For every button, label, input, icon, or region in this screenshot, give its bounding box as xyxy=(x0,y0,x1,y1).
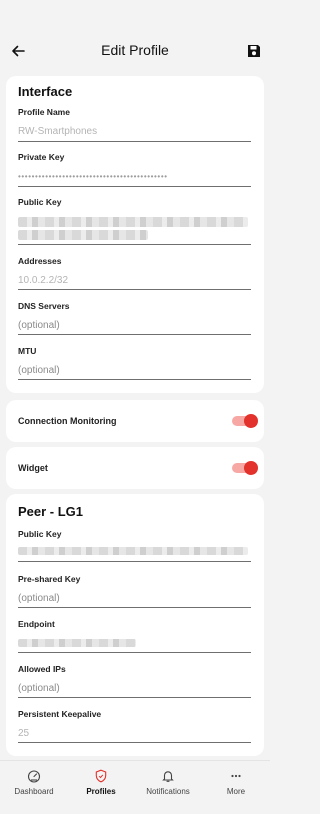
nav-item-more[interactable]: More xyxy=(206,769,266,796)
bell-icon xyxy=(162,771,174,782)
peer-section-title: Peer - LG1 xyxy=(18,504,84,519)
bottom-navigation: Dashboard Profiles Notifications More xyxy=(0,760,270,814)
endpoint-underline xyxy=(18,652,251,653)
mtu-field[interactable]: (optional) xyxy=(18,365,60,376)
save-icon[interactable] xyxy=(246,43,262,59)
interface-section-title: Interface xyxy=(18,84,73,99)
connection-monitoring-label: Connection Monitoring xyxy=(18,416,117,426)
nav-label-dashboard: Dashboard xyxy=(14,787,54,796)
top-app-bar: Edit Profile xyxy=(0,0,270,72)
widget-toggle[interactable] xyxy=(232,461,258,475)
widget-label: Widget xyxy=(18,463,48,473)
peer-public-key-label: Public Key xyxy=(18,529,62,539)
profile-name-underline xyxy=(18,141,251,142)
endpoint-label: Endpoint xyxy=(18,619,55,629)
toggle-knob xyxy=(244,414,258,428)
persistent-keepalive-underline xyxy=(18,742,251,743)
public-key-underline xyxy=(18,244,251,245)
shield-icon xyxy=(95,769,107,783)
page-title: Edit Profile xyxy=(101,42,169,58)
dns-servers-field[interactable]: (optional) xyxy=(18,320,60,331)
dns-servers-label: DNS Servers xyxy=(18,301,70,311)
endpoint-redacted[interactable] xyxy=(18,639,136,647)
toggle-knob xyxy=(244,461,258,475)
peer-public-key-redacted[interactable] xyxy=(18,547,248,555)
public-key-redacted-line-1[interactable] xyxy=(18,217,248,227)
public-key-redacted-line-2[interactable] xyxy=(18,230,148,240)
profile-name-label: Profile Name xyxy=(18,107,70,117)
persistent-keepalive-label: Persistent Keepalive xyxy=(18,709,102,719)
preshared-key-underline xyxy=(18,607,251,608)
addresses-underline xyxy=(18,289,251,290)
interface-card: Interface Profile Name RW-Smartphones Pr… xyxy=(6,76,264,393)
connection-monitoring-card[interactable]: Connection Monitoring xyxy=(6,400,264,442)
private-key-label: Private Key xyxy=(18,152,65,162)
more-dots-icon xyxy=(231,774,241,778)
addresses-field[interactable]: 10.0.2.2/32 xyxy=(18,275,68,286)
persistent-keepalive-field[interactable]: 25 xyxy=(18,728,29,739)
allowed-ips-label: Allowed IPs xyxy=(18,664,66,674)
preshared-key-label: Pre-shared Key xyxy=(18,574,81,584)
profile-name-field[interactable]: RW-Smartphones xyxy=(18,126,97,137)
public-key-label: Public Key xyxy=(18,197,62,207)
connection-monitoring-toggle[interactable] xyxy=(232,414,258,428)
private-key-underline xyxy=(18,186,251,187)
nav-label-more: More xyxy=(226,787,246,796)
nav-item-dashboard[interactable]: Dashboard xyxy=(4,769,64,796)
nav-label-profiles: Profiles xyxy=(86,787,116,796)
peer-public-key-underline xyxy=(18,561,251,562)
nav-label-notifications: Notifications xyxy=(146,787,190,796)
mtu-label: MTU xyxy=(18,346,37,356)
peer-card: Peer - LG1 Public Key Pre-shared Key (op… xyxy=(6,494,264,756)
addresses-label: Addresses xyxy=(18,256,62,266)
mtu-underline xyxy=(18,379,251,380)
widget-card[interactable]: Widget xyxy=(6,447,264,489)
preshared-key-field[interactable]: (optional) xyxy=(18,593,60,604)
nav-item-notifications[interactable]: Notifications xyxy=(138,769,198,796)
dns-servers-underline xyxy=(18,334,251,335)
private-key-field[interactable]: ••••••••••••••••••••••••••••••••••••••••… xyxy=(18,172,168,181)
allowed-ips-field[interactable]: (optional) xyxy=(18,683,60,694)
allowed-ips-underline xyxy=(18,697,251,698)
dashboard-gauge-icon xyxy=(27,770,41,783)
nav-item-profiles[interactable]: Profiles xyxy=(71,769,131,796)
